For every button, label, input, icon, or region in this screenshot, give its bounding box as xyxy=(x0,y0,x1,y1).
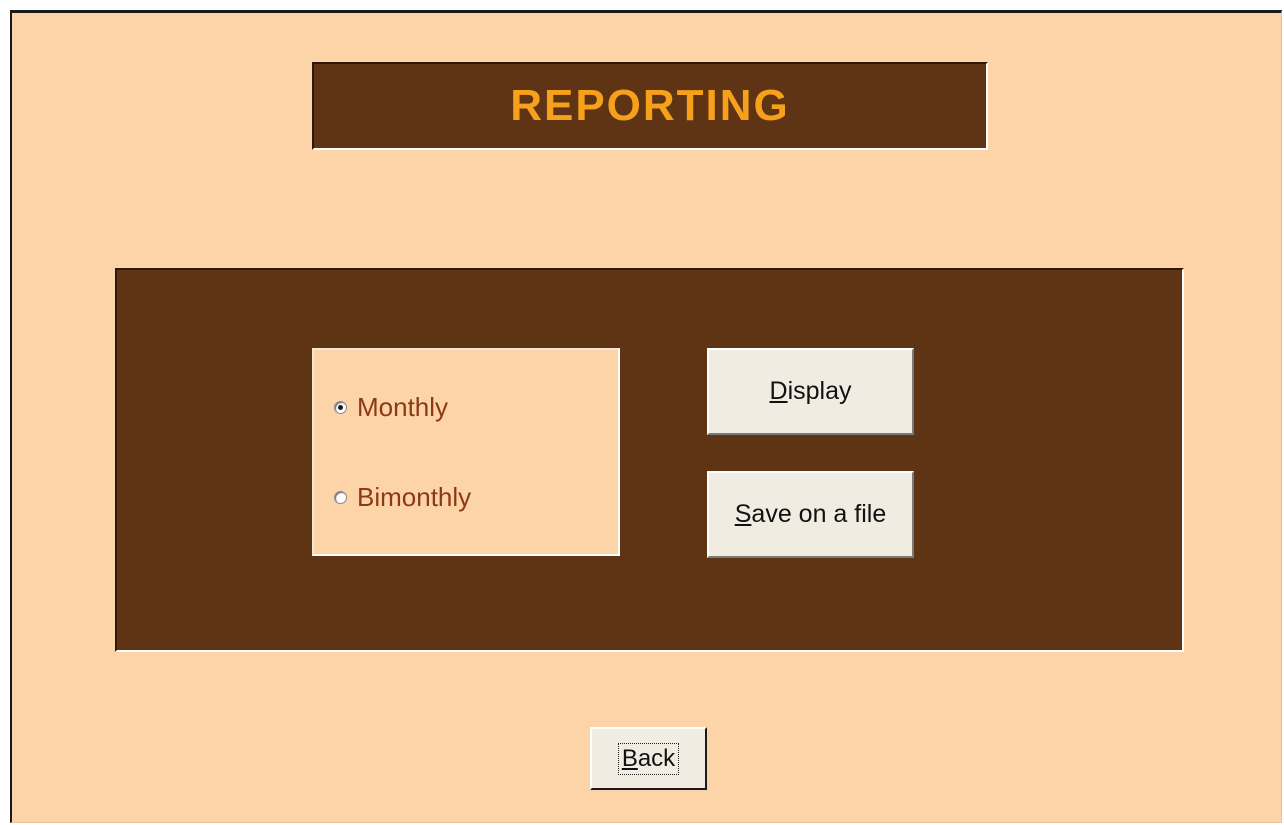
back-label: ack xyxy=(637,744,676,772)
bimonthly-option[interactable]: Bimonthly xyxy=(334,482,471,513)
monthly-label: Monthly xyxy=(357,392,449,422)
bimonthly-radio-button[interactable] xyxy=(334,491,347,504)
page-title: REPORTING xyxy=(510,81,790,130)
display-button[interactable]: Display xyxy=(707,348,914,435)
save-label: ave on a file xyxy=(751,500,887,528)
save-on-file-button[interactable]: Save on a file xyxy=(707,471,914,558)
title-banner: REPORTING xyxy=(312,62,988,150)
monthly-option[interactable]: Monthly xyxy=(334,392,448,423)
back-mnemonic: B xyxy=(621,744,638,772)
display-label: isplay xyxy=(787,377,852,405)
period-option-group: Monthly Bimonthly xyxy=(312,348,620,556)
display-mnemonic: D xyxy=(769,377,788,405)
save-mnemonic: S xyxy=(734,500,752,528)
reporting-window: REPORTING Monthly Bimonthly Display Save… xyxy=(10,10,1282,823)
bimonthly-label: Bimonthly xyxy=(357,482,472,512)
back-focus-outline: Back xyxy=(617,742,680,775)
monthly-radio-button[interactable] xyxy=(334,401,347,414)
back-button[interactable]: Back xyxy=(590,727,707,790)
main-panel: Monthly Bimonthly Display Save on a file xyxy=(115,268,1184,652)
